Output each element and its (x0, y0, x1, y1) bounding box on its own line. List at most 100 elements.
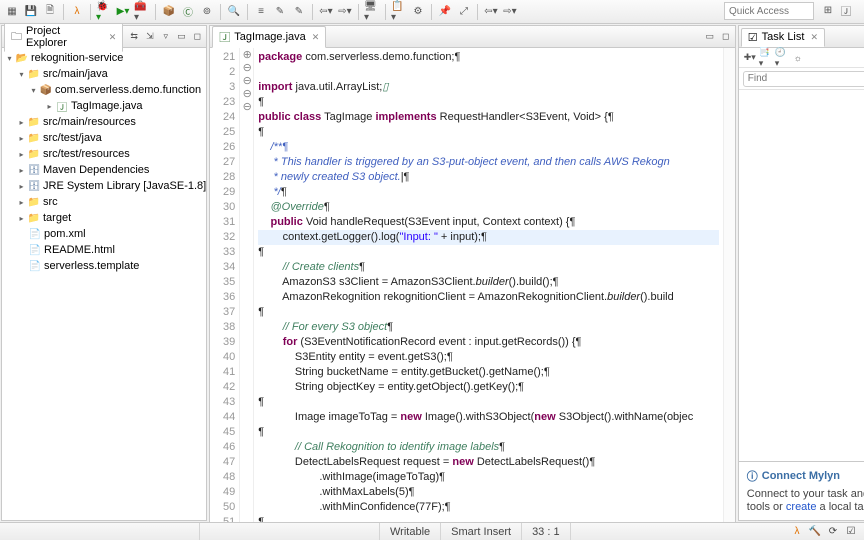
status-build-icon[interactable]: 🔨 (808, 525, 822, 539)
minimize-icon[interactable]: ▭ (175, 30, 189, 44)
minimize-icon[interactable]: ▭ (703, 30, 717, 44)
chevron-right-icon[interactable]: ▸ (16, 214, 27, 223)
chevron-right-icon[interactable]: ▸ (16, 134, 27, 143)
chevron-right-icon[interactable]: ▸ (16, 182, 27, 191)
focus-icon[interactable]: ☼ (791, 51, 805, 65)
tree-src-main-resources[interactable]: ▸ 📁 src/main/resources (2, 114, 206, 130)
search-icon[interactable]: 🔍 (226, 4, 242, 20)
back-nav-icon[interactable]: ⇦▾ (483, 4, 499, 20)
tree-src-test-java[interactable]: ▸ 📁 src/test/java (2, 130, 206, 146)
toggle-breadcrumb-icon[interactable]: ≡ (253, 4, 269, 20)
status-lambda-icon[interactable]: λ (790, 525, 804, 539)
line-gutter: 2123232425262728293031323334353637383940… (210, 48, 240, 522)
next-annotation-icon[interactable]: ⇨▾ (337, 4, 353, 20)
library-icon: 🗄 (27, 179, 41, 193)
source-folder-icon: 📁 (27, 131, 41, 145)
editor-tab-title: TagImage.java (234, 31, 306, 43)
close-icon[interactable]: ✕ (109, 32, 117, 43)
chevron-right-icon[interactable]: ▸ (16, 150, 27, 159)
source-folder-icon: 📁 (27, 115, 41, 129)
tree-maven-deps[interactable]: ▸ 🗄 Maven Dependencies (2, 162, 206, 178)
project-tree: ▾ 📂 rekognition-service ▾ 📁 src/main/jav… (2, 48, 206, 520)
project-explorer-title: Project Explorer (26, 25, 103, 49)
code-area[interactable]: package com.serverless.demo.function;¶ i… (254, 48, 723, 522)
info-icon: ⓘ (747, 468, 758, 484)
editor-tab[interactable]: 🄹 TagImage.java ✕ (212, 26, 326, 48)
java-file-icon: 🄹 (219, 29, 230, 45)
folder-icon: 📁 (27, 195, 41, 209)
debug-icon[interactable]: 🐞▾ (96, 4, 112, 20)
schedule-icon[interactable]: 🕘▾ (775, 51, 789, 65)
status-writable: Writable (380, 523, 441, 540)
task-list-panel: ☑ Task List ✕ ▭ ◻ ✚▾ 📑▾ 🕘▾ ☼ ⟳ ⤒ ▿ (738, 25, 864, 521)
tree-template[interactable]: 📄 serverless.template (2, 258, 206, 274)
java-perspective-icon[interactable]: 🄹 (838, 2, 854, 18)
expand-icon[interactable]: ⤢ (456, 4, 472, 20)
tree-src[interactable]: ▸ 📁 src (2, 194, 206, 210)
chevron-down-icon[interactable]: ▾ (28, 86, 39, 95)
open-perspective-icon[interactable]: ⊞ (820, 2, 836, 18)
task-list-tab[interactable]: ☑ Task List ✕ (741, 28, 825, 47)
tree-src-test-resources[interactable]: ▸ 📁 src/test/resources (2, 146, 206, 162)
run-icon[interactable]: ▶▾ (115, 4, 131, 20)
close-icon[interactable]: ✕ (810, 32, 818, 43)
mylyn-heading: Connect Mylyn (762, 470, 840, 482)
folder-icon: 📁 (27, 211, 41, 225)
prev-annotation-icon[interactable]: ⇦▾ (318, 4, 334, 20)
chevron-right-icon[interactable]: ▸ (16, 198, 27, 207)
categorize-icon[interactable]: 📑▾ (759, 51, 773, 65)
chevron-down-icon[interactable]: ▾ (4, 54, 15, 63)
open-type-icon[interactable]: ⊚ (199, 4, 215, 20)
close-icon[interactable]: ✕ (312, 32, 320, 43)
source-folder-icon: 📁 (27, 67, 41, 81)
collapse-all-icon[interactable]: ⇆ (127, 30, 141, 44)
task-find-input[interactable] (743, 71, 864, 87)
open-task-icon[interactable]: 📋▾ (391, 4, 407, 20)
mylyn-create-link[interactable]: create (786, 501, 817, 513)
chevron-right-icon[interactable]: ▸ (44, 102, 55, 111)
mylyn-hint: ⓘ Connect Mylyn ✕ Connect to your task a… (739, 461, 864, 520)
maximize-icon[interactable]: ◻ (719, 30, 733, 44)
link-editor-icon[interactable]: ⇲ (143, 30, 157, 44)
tree-pom[interactable]: 📄 pom.xml (2, 226, 206, 242)
toggle-mark-icon[interactable]: ✎ (272, 4, 288, 20)
right-column: ☑ Task List ✕ ▭ ◻ ✚▾ 📑▾ 🕘▾ ☼ ⟳ ⤒ ▿ (737, 24, 864, 522)
chevron-right-icon[interactable]: ▸ (16, 118, 27, 127)
status-task-icon[interactable]: ☑ (844, 525, 858, 539)
forward-nav-icon[interactable]: ⇨▾ (502, 4, 518, 20)
maximize-icon[interactable]: ◻ (190, 30, 204, 44)
tree-src-main-java[interactable]: ▾ 📁 src/main/java (2, 66, 206, 82)
toggle-highlight-icon[interactable]: ✎ (291, 4, 307, 20)
tree-java-file[interactable]: ▸ 🄹 TagImage.java (2, 98, 206, 114)
tree-target[interactable]: ▸ 📁 target (2, 210, 206, 226)
new-icon[interactable]: ▦ (4, 4, 20, 20)
ext-tools-icon[interactable]: 🧰▾ (134, 4, 150, 20)
tree-project[interactable]: ▾ 📂 rekognition-service (2, 50, 206, 66)
status-sync-icon[interactable]: ⟳ (826, 525, 840, 539)
gear-icon[interactable]: ⚙ (410, 4, 426, 20)
project-icon: 📂 (15, 51, 29, 65)
save-icon[interactable]: 💾 (23, 4, 39, 20)
tree-package[interactable]: ▾ 📦 com.serverless.demo.function (2, 82, 206, 98)
save-all-icon[interactable]: 🗎 (42, 4, 58, 20)
pin-icon[interactable]: 📌 (437, 4, 453, 20)
quick-access-input[interactable] (724, 2, 814, 20)
mylyn-text2: a local task. (816, 501, 864, 513)
new-server-icon[interactable]: 🖥▾ (364, 4, 380, 20)
tree-readme[interactable]: 📄 README.html (2, 242, 206, 258)
chevron-right-icon[interactable]: ▸ (16, 166, 27, 175)
lambda-icon[interactable]: λ (69, 4, 85, 20)
fold-gutter[interactable]: ⊕⊖⊖⊖⊖ (240, 48, 254, 522)
view-menu-icon[interactable]: ▿ (159, 30, 173, 44)
chevron-down-icon[interactable]: ▾ (16, 70, 27, 79)
project-explorer-panel: 🗀 Project Explorer ✕ ⇆ ⇲ ▿ ▭ ◻ ▾ 📂 rekog… (1, 25, 207, 521)
folder-nav-icon: 🗀 (11, 28, 22, 47)
status-bar: Writable Smart Insert 33 : 1 λ 🔨 ⟳ ☑ (0, 522, 864, 540)
tree-jre[interactable]: ▸ 🗄 JRE System Library [JavaSE-1.8] (2, 178, 206, 194)
editor-body[interactable]: 2123232425262728293031323334353637383940… (210, 48, 735, 522)
task-list-icon: ☑ (748, 31, 758, 44)
new-class-icon[interactable]: Ⓒ (180, 4, 196, 20)
new-task-icon[interactable]: ✚▾ (743, 51, 757, 65)
new-package-icon[interactable]: 📦 (161, 4, 177, 20)
overview-ruler[interactable] (723, 48, 735, 522)
